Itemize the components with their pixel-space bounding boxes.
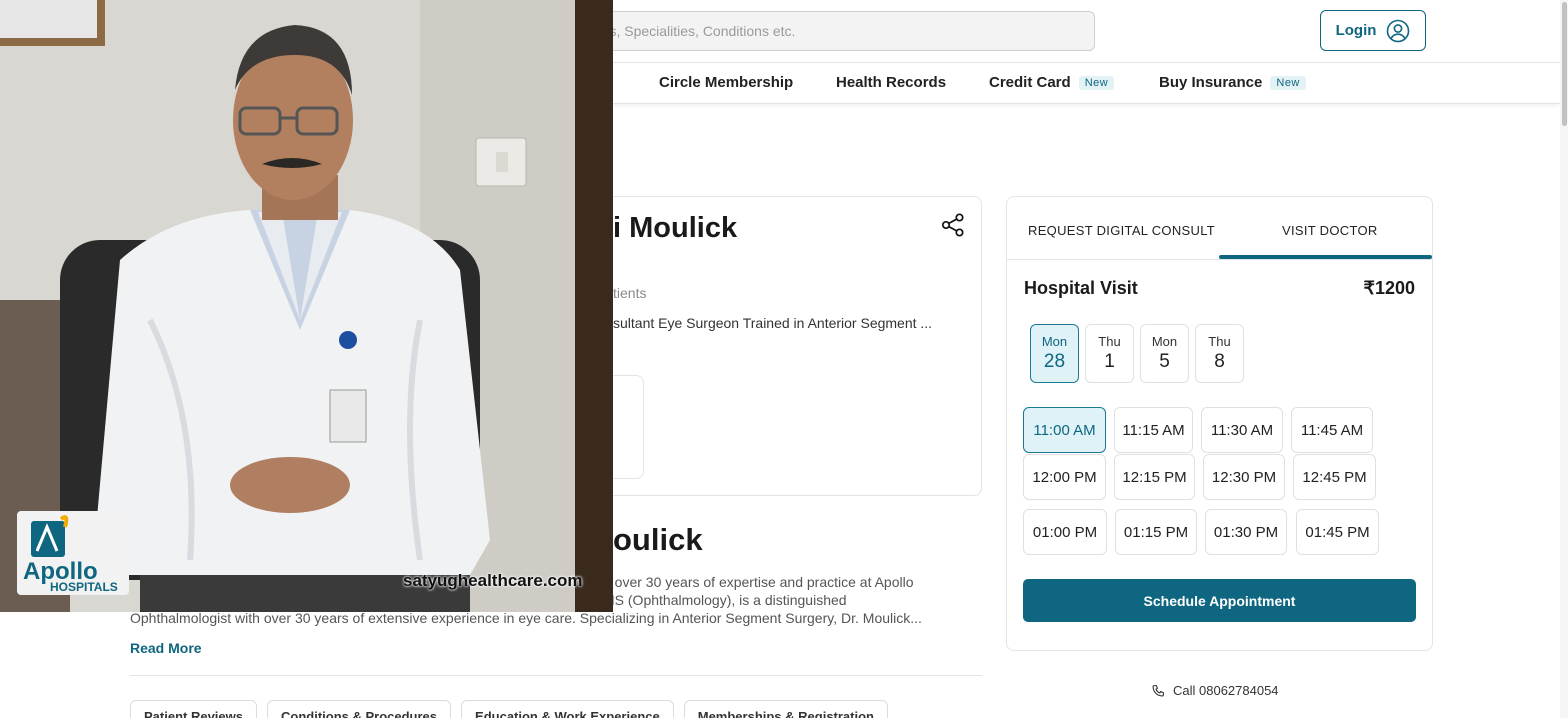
- date-number: 8: [1214, 351, 1225, 372]
- svg-text:HOSPITALS: HOSPITALS: [50, 580, 118, 594]
- time-slot[interactable]: 12:30 PM: [1203, 454, 1285, 500]
- share-icon[interactable]: [940, 212, 966, 238]
- doctor-experience: tients: [613, 285, 647, 301]
- section-tabs: Patient Reviews Conditions & Procedures …: [130, 700, 888, 718]
- date-option[interactable]: Mon 28: [1030, 324, 1079, 383]
- nav-item-label: Circle Membership: [659, 74, 794, 91]
- watermark-text: satyughealthcare.com: [403, 571, 583, 590]
- nav-item-buy-insurance[interactable]: Buy Insurance New: [1159, 74, 1306, 91]
- nav-item-label: Buy Insurance: [1159, 74, 1263, 91]
- read-more-link[interactable]: Read More: [130, 640, 202, 656]
- date-weekday: Thu: [1098, 334, 1121, 349]
- search-placeholder: ors, Specialities, Conditions etc.: [597, 23, 796, 39]
- phone-icon: [1152, 685, 1164, 697]
- consult-price: ₹1200: [1363, 278, 1416, 298]
- nav-item-credit-card[interactable]: Credit Card New: [989, 74, 1115, 91]
- date-number: 28: [1043, 351, 1066, 372]
- page-scrollbar[interactable]: [1560, 0, 1568, 718]
- date-option[interactable]: Thu 1: [1085, 324, 1134, 383]
- nav-item-health-records[interactable]: Health Records: [836, 74, 946, 91]
- booking-card: REQUEST DIGITAL CONSULT VISIT DOCTOR Hos…: [1006, 196, 1433, 651]
- doctor-photo: Apollo HOSPITALS satyughealthcare.com: [0, 0, 613, 612]
- apollo-hospitals-logo: Apollo HOSPITALS: [17, 511, 129, 595]
- search-input[interactable]: ors, Specialities, Conditions etc.: [560, 11, 1095, 51]
- date-number: 5: [1159, 351, 1170, 372]
- date-weekday: Mon: [1151, 334, 1178, 349]
- time-slot[interactable]: 11:30 AM: [1201, 407, 1283, 453]
- tab-request-digital-consult[interactable]: REQUEST DIGITAL CONSULT: [1028, 223, 1215, 238]
- apollo-logo-mark: Apollo HOSPITALS: [23, 515, 118, 594]
- visit-type-title: Hospital Visit: [1024, 278, 1138, 298]
- date-weekday: Thu: [1208, 334, 1231, 349]
- nav-item-circle-membership[interactable]: Circle Membership: [659, 74, 793, 91]
- nav-item-label: Health Records: [836, 74, 947, 91]
- scrollbar-thumb[interactable]: [1562, 2, 1567, 126]
- page: ors, Specialities, Conditions etc. Login…: [0, 0, 1568, 718]
- user-circle-icon: [1387, 19, 1410, 42]
- divider: [130, 675, 982, 676]
- date-number: 1: [1104, 351, 1115, 372]
- login-label: Login: [1335, 22, 1377, 39]
- time-slot[interactable]: 12:00 PM: [1023, 454, 1106, 500]
- doctor-name: i Moulick: [613, 212, 738, 244]
- time-slot[interactable]: 01:45 PM: [1296, 509, 1379, 555]
- tab-visit-doctor[interactable]: VISIT DOCTOR: [1282, 223, 1378, 238]
- doctor-qualifications: sultant Eye Surgeon Trained in Anterior …: [613, 315, 933, 331]
- about-title: oulick: [613, 522, 703, 557]
- tab-patient-reviews[interactable]: Patient Reviews: [130, 700, 257, 718]
- divider: [1007, 259, 1432, 260]
- time-slot[interactable]: 01:00 PM: [1023, 509, 1107, 555]
- time-slot[interactable]: 01:30 PM: [1205, 509, 1287, 555]
- date-option[interactable]: Mon 5: [1140, 324, 1189, 383]
- new-badge: New: [1078, 75, 1115, 90]
- time-slot[interactable]: 12:45 PM: [1293, 454, 1376, 500]
- time-slot[interactable]: 11:45 AM: [1291, 407, 1373, 453]
- nav-item-label: Credit Card: [989, 74, 1071, 91]
- tab-memberships-registration[interactable]: Memberships & Registration: [683, 700, 888, 718]
- time-slot[interactable]: 11:00 AM: [1023, 407, 1106, 453]
- login-button[interactable]: Login: [1320, 10, 1426, 51]
- time-slot[interactable]: 12:15 PM: [1114, 454, 1195, 500]
- tab-conditions-procedures[interactable]: Conditions & Procedures: [267, 700, 452, 718]
- call-label: Call 08062784054: [1173, 683, 1279, 698]
- tab-education-experience[interactable]: Education & Work Experience: [461, 700, 674, 718]
- date-weekday: Mon: [1041, 334, 1068, 349]
- new-badge: New: [1270, 75, 1306, 90]
- time-slot[interactable]: 01:15 PM: [1115, 509, 1197, 555]
- time-slot[interactable]: 11:15 AM: [1114, 407, 1193, 453]
- date-option[interactable]: Thu 8: [1195, 324, 1244, 383]
- call-link[interactable]: Call 08062784054: [1152, 683, 1279, 698]
- schedule-appointment-button[interactable]: Schedule Appointment: [1023, 579, 1416, 622]
